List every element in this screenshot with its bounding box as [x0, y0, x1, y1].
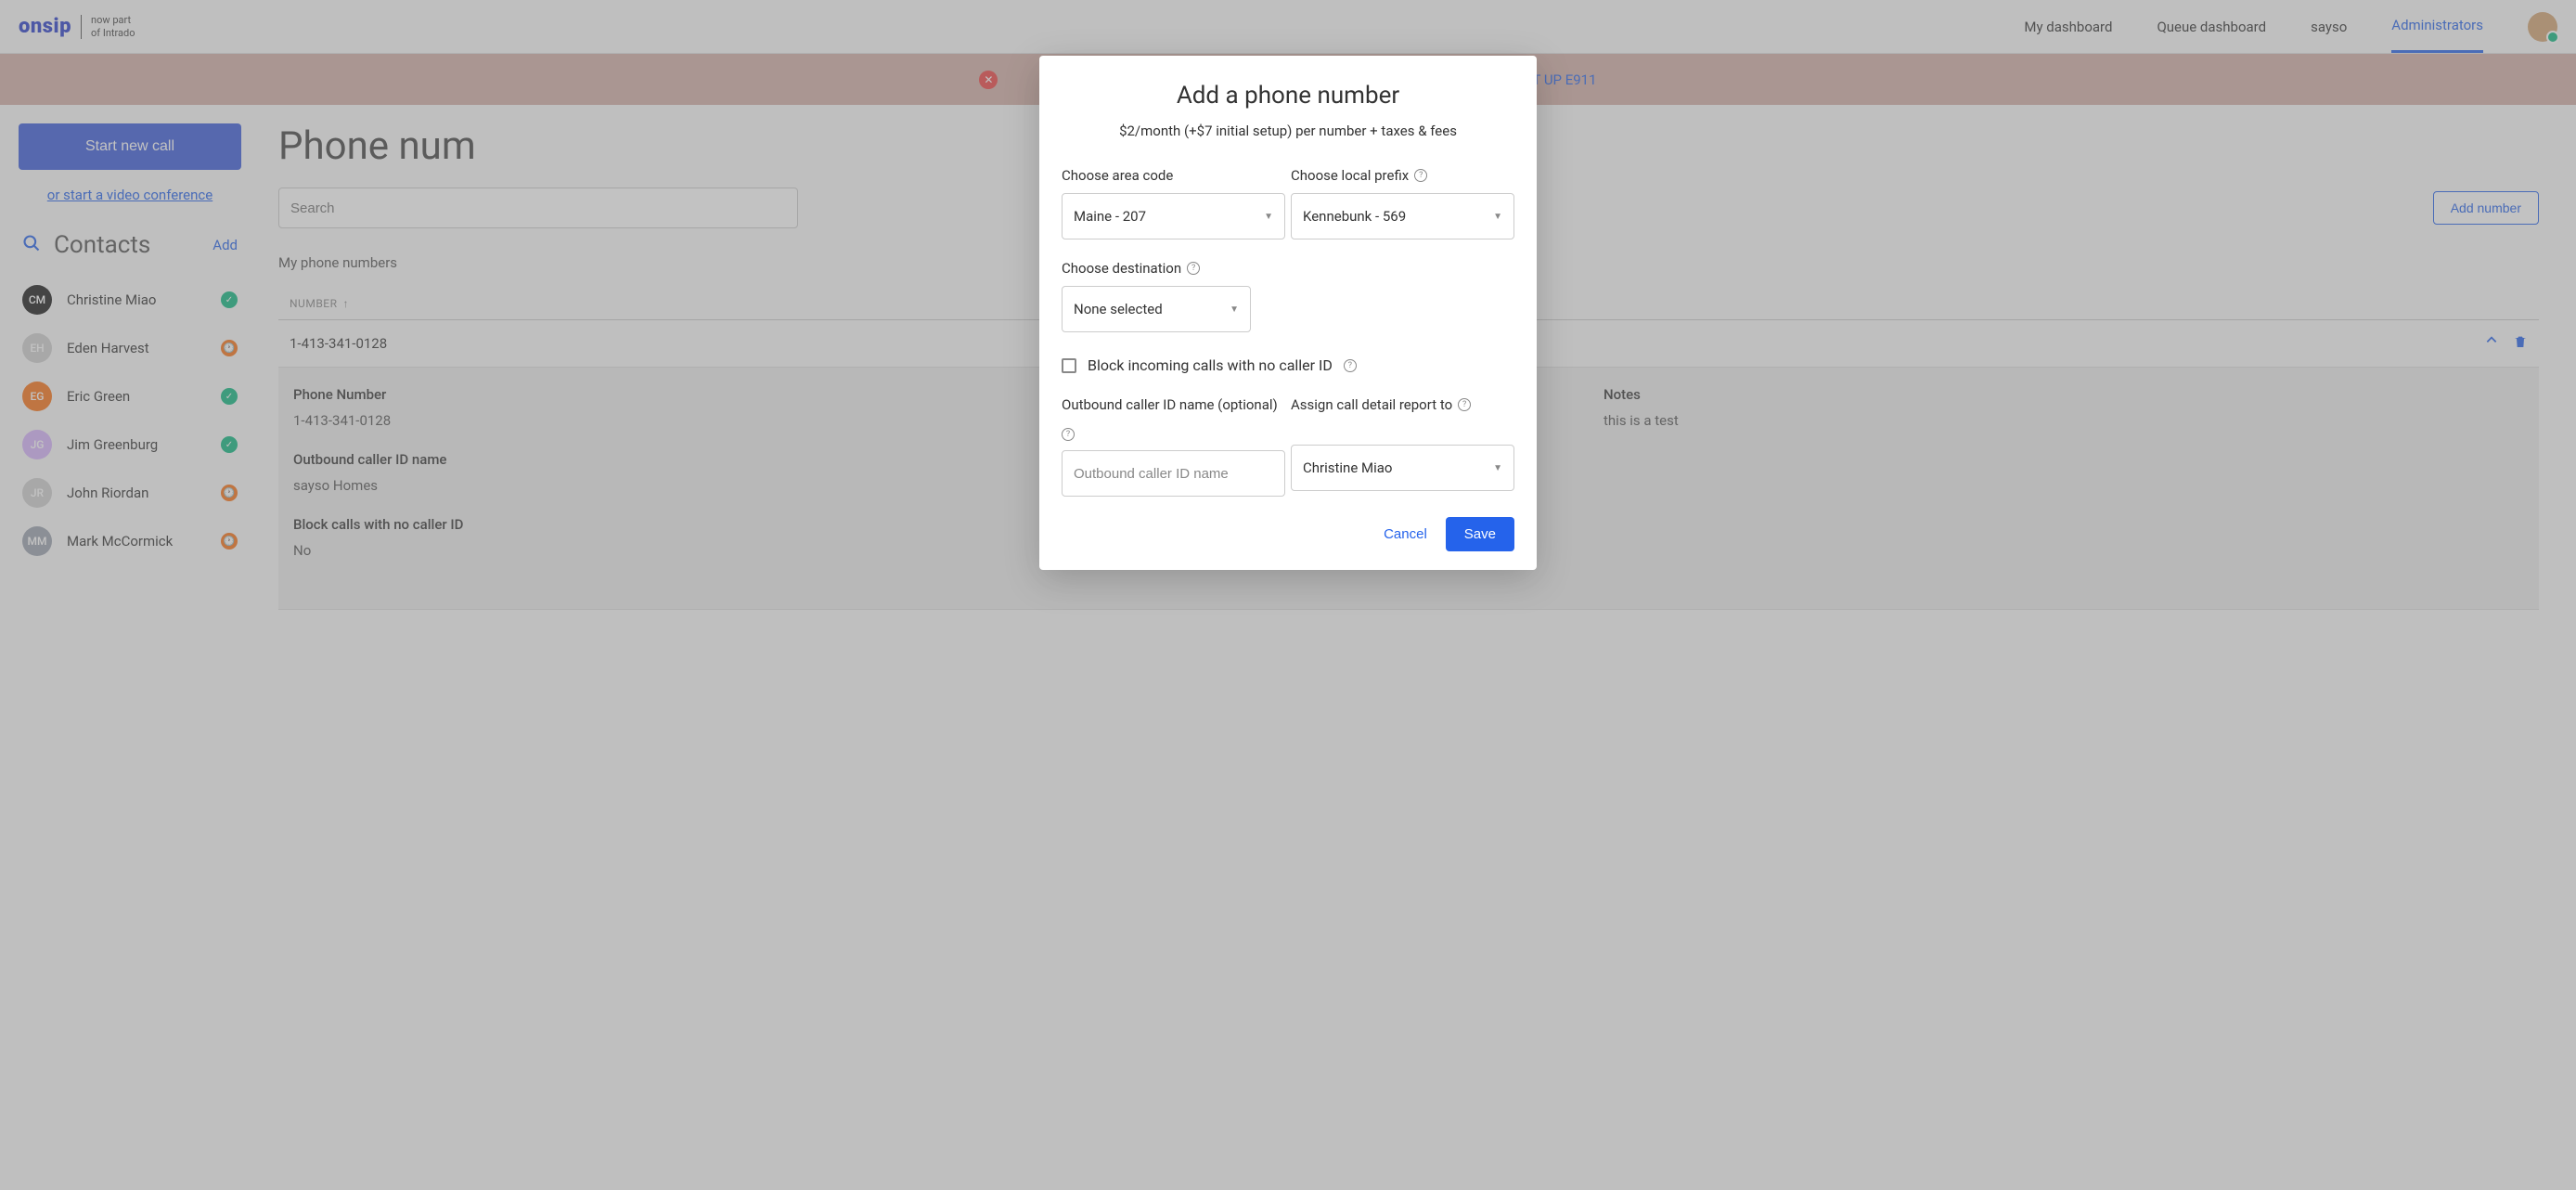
outbound-callerid-label-text: Outbound caller ID name (optional): [1062, 396, 1278, 413]
area-code-value: Maine - 207: [1074, 208, 1146, 225]
help-icon[interactable]: ?: [1062, 428, 1075, 441]
area-code-label: Choose area code: [1062, 167, 1285, 184]
destination-label: Choose destination ?: [1062, 260, 1514, 277]
help-icon[interactable]: ?: [1344, 359, 1357, 372]
assign-report-select[interactable]: Christine Miao ▼: [1291, 445, 1514, 491]
chevron-down-icon: ▼: [1493, 212, 1502, 222]
help-icon[interactable]: ?: [1414, 169, 1427, 182]
block-calls-checkbox[interactable]: [1062, 358, 1076, 373]
outbound-callerid-input[interactable]: [1062, 450, 1285, 497]
chevron-down-icon: ▼: [1493, 463, 1502, 473]
area-code-select[interactable]: Maine - 207 ▼: [1062, 193, 1285, 239]
assign-report-label: Assign call detail report to ?: [1291, 396, 1514, 413]
block-calls-label: Block incoming calls with no caller ID: [1088, 356, 1333, 374]
destination-select[interactable]: None selected ▼: [1062, 286, 1251, 332]
local-prefix-value: Kennebunk - 569: [1303, 208, 1406, 225]
local-prefix-select[interactable]: Kennebunk - 569 ▼: [1291, 193, 1514, 239]
modal-title: Add a phone number: [1062, 82, 1514, 110]
chevron-down-icon: ▼: [1264, 212, 1273, 222]
outbound-callerid-label: Outbound caller ID name (optional): [1062, 396, 1285, 413]
chevron-down-icon: ▼: [1230, 304, 1239, 315]
save-button[interactable]: Save: [1446, 517, 1514, 551]
destination-label-text: Choose destination: [1062, 260, 1181, 277]
assign-report-value: Christine Miao: [1303, 459, 1392, 476]
help-icon[interactable]: ?: [1187, 262, 1200, 275]
local-prefix-label-text: Choose local prefix: [1291, 167, 1409, 184]
assign-report-label-text: Assign call detail report to: [1291, 396, 1452, 413]
local-prefix-label: Choose local prefix ?: [1291, 167, 1514, 184]
cancel-button[interactable]: Cancel: [1384, 526, 1427, 542]
destination-value: None selected: [1074, 301, 1163, 317]
modal-scrim[interactable]: Add a phone number $2/month (+$7 initial…: [0, 0, 2576, 1190]
add-phone-number-modal: Add a phone number $2/month (+$7 initial…: [1039, 56, 1537, 570]
modal-subtitle: $2/month (+$7 initial setup) per number …: [1062, 123, 1514, 139]
help-icon[interactable]: ?: [1458, 398, 1471, 411]
